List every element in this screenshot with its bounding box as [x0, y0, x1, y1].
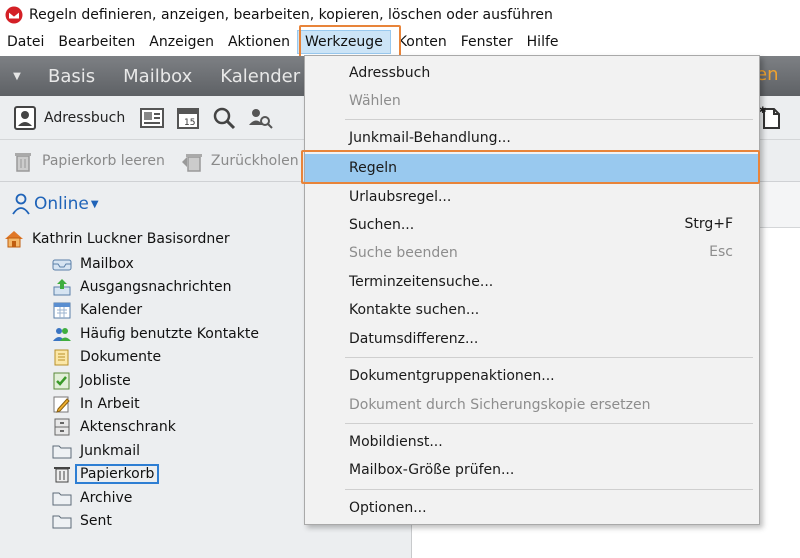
folder-label: Archive: [80, 489, 133, 506]
zurueckholen-label: Zurückholen: [210, 152, 299, 169]
window-title: Regeln definieren, anzeigen, bearbeiten,…: [29, 7, 553, 23]
folder-junkmail[interactable]: Junkmail: [52, 439, 259, 462]
folder-aktenschrank[interactable]: Aktenschrank: [52, 416, 259, 439]
tree-root-home[interactable]: Kathrin Luckner Basisordner: [4, 230, 230, 248]
menu-separator: [345, 489, 753, 490]
menu-item-terminzeitensuche[interactable]: Terminzeitensuche...: [305, 269, 759, 295]
folder-mailbox[interactable]: Mailbox: [52, 252, 259, 275]
contact-card-icon[interactable]: [139, 105, 165, 131]
papierkorb-leeren-label: Papierkorb leeren: [42, 152, 165, 169]
folder-icon: [52, 445, 72, 459]
nav-dropdown-arrow-icon[interactable]: ▼: [0, 71, 34, 82]
folder-tree: Mailbox Ausgangsnachrichten Kalender Häu…: [52, 252, 259, 533]
menu-aktionen[interactable]: Aktionen: [221, 30, 297, 54]
shortcut-label: Esc: [709, 244, 733, 260]
papierkorb-leeren-button[interactable]: Papierkorb leeren: [10, 148, 165, 174]
menu-item-suche-beenden[interactable]: Suche beenden Esc: [305, 240, 759, 266]
menu-anzeigen[interactable]: Anzeigen: [142, 30, 221, 54]
folder-icon: [52, 492, 72, 506]
folder-haeufig-benutzte-kontakte[interactable]: Häufig benutzte Kontakte: [52, 322, 259, 345]
groupwise-app-icon: [5, 6, 23, 24]
calendar-icon: [53, 302, 71, 319]
contacts-icon: [53, 327, 71, 341]
online-label: Online: [34, 194, 89, 214]
folder-jobliste[interactable]: Jobliste: [52, 369, 259, 392]
menu-item-dokumentgruppenaktionen[interactable]: Dokumentgruppenaktionen...: [305, 363, 759, 389]
adressbuch-label: Adressbuch: [44, 109, 126, 126]
restore-trash-icon: [181, 153, 202, 172]
folder-label: Kalender: [80, 302, 143, 319]
shortcut-label: Strg+F: [684, 216, 733, 232]
checklist-icon: [53, 372, 70, 390]
menu-bearbeiten[interactable]: Bearbeiten: [51, 30, 142, 54]
folder-label: Aktenschrank: [80, 419, 176, 436]
folder-label: Ausgangsnachrichten: [80, 279, 232, 296]
menu-item-suchen[interactable]: Suchen... Strg+F: [305, 212, 759, 238]
documents-icon: [54, 349, 69, 366]
folder-label: Häufig benutzte Kontakte: [80, 325, 259, 342]
online-mode-switch[interactable]: Online ▼: [10, 192, 99, 216]
folder-in-arbeit[interactable]: In Arbeit: [52, 392, 259, 415]
adressbuch-button[interactable]: Adressbuch: [12, 105, 125, 131]
nav-mailbox[interactable]: Mailbox: [109, 66, 206, 87]
folder-label: Papierkorb: [75, 464, 160, 485]
menu-separator: [345, 423, 753, 424]
werkzeuge-highlight-frame: [299, 25, 401, 59]
search-icon[interactable]: [211, 105, 237, 131]
menu-item-dokument-sicherungskopie[interactable]: Dokument durch Sicherungskopie ersetzen: [305, 392, 759, 418]
menu-fenster[interactable]: Fenster: [454, 30, 520, 54]
menu-item-mobildienst[interactable]: Mobildienst...: [305, 429, 759, 455]
root-folder-label: Kathrin Luckner Basisordner: [32, 231, 230, 247]
in-progress-pencil-icon: [53, 396, 70, 413]
regeln-highlight-frame: [301, 150, 760, 184]
menu-hilfe[interactable]: Hilfe: [520, 30, 566, 54]
folder-dokumente[interactable]: Dokumente: [52, 346, 259, 369]
svg-text:✱: ✱: [759, 106, 767, 116]
mailbox-tray-icon: [52, 259, 72, 271]
folder-label: Mailbox: [80, 255, 134, 272]
folder-kalender[interactable]: Kalender: [52, 299, 259, 322]
address-book-icon: [14, 105, 36, 130]
menu-item-junkmail-behandlung[interactable]: Junkmail-Behandlung...: [305, 125, 759, 151]
online-person-icon: [12, 193, 30, 215]
folder-sent[interactable]: Sent: [52, 509, 259, 532]
trash-icon: [54, 467, 70, 483]
online-caret-icon: ▼: [90, 198, 99, 210]
folder-archive[interactable]: Archive: [52, 486, 259, 509]
folder-label: In Arbeit: [80, 396, 140, 413]
home-icon: [5, 231, 23, 248]
file-cabinet-icon: [54, 418, 70, 436]
folder-icon: [52, 515, 72, 529]
menu-item-kontakte-suchen[interactable]: Kontakte suchen...: [305, 297, 759, 323]
menu-item-optionen[interactable]: Optionen...: [305, 495, 759, 521]
menu-item-urlaubsregel[interactable]: Urlaubsregel...: [305, 184, 759, 210]
menu-separator: [345, 119, 753, 120]
folder-label: Dokumente: [80, 349, 162, 366]
nav-basis[interactable]: Basis: [34, 66, 109, 87]
folder-label: Sent: [80, 512, 112, 529]
menu-item-datumsdifferenz[interactable]: Datumsdifferenz...: [305, 326, 759, 352]
outbox-icon: [53, 279, 71, 296]
menu-item-waehlen[interactable]: Wählen: [305, 88, 759, 114]
new-document-icon[interactable]: ✱: [758, 105, 784, 131]
menu-datei[interactable]: Datei: [0, 30, 51, 54]
folder-label: Junkmail: [80, 442, 140, 459]
werkzeuge-menu: Adressbuch Wählen Junkmail-Behandlung...…: [304, 55, 760, 525]
menu-item-adressbuch[interactable]: Adressbuch: [305, 60, 759, 86]
calendar-15-icon[interactable]: 15: [175, 105, 201, 131]
svg-text:15: 15: [184, 118, 195, 128]
menu-item-mailbox-groesse[interactable]: Mailbox-Größe prüfen...: [305, 457, 759, 483]
empty-trash-icon: [15, 152, 31, 172]
content-header-strip: [757, 182, 800, 228]
zurueckholen-button[interactable]: Zurückholen: [179, 148, 299, 174]
menu-separator: [345, 357, 753, 358]
folder-papierkorb[interactable]: Papierkorb: [52, 463, 259, 486]
folder-label: Jobliste: [80, 372, 131, 389]
find-person-icon[interactable]: [247, 105, 273, 131]
folder-ausgangsnachrichten[interactable]: Ausgangsnachrichten: [52, 275, 259, 298]
nav-kalender[interactable]: Kalender: [206, 66, 314, 87]
